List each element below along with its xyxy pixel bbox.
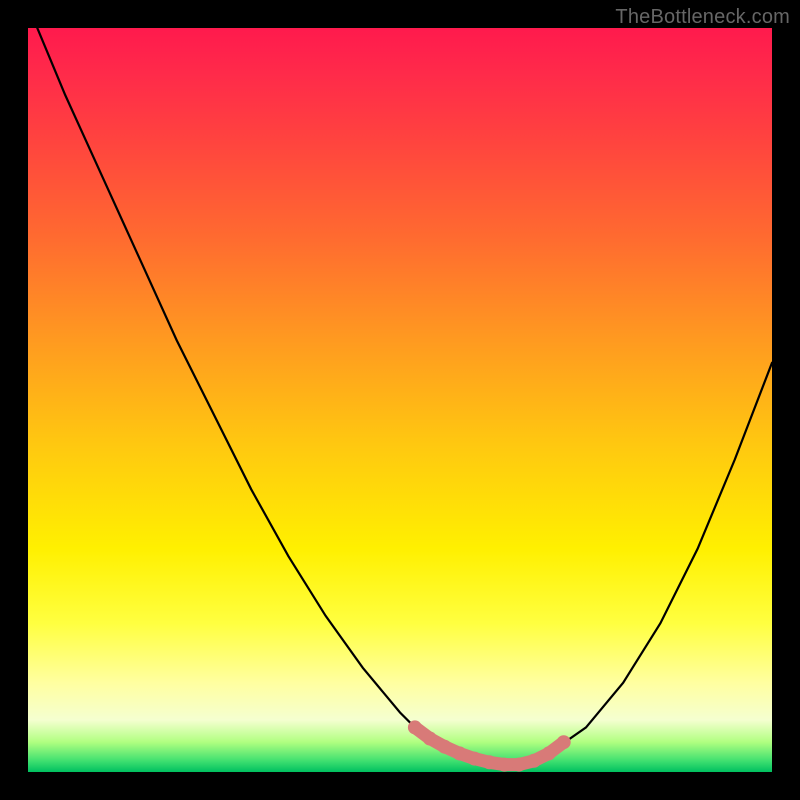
- gradient-plot-area: [28, 28, 772, 772]
- watermark-text: TheBottleneck.com: [615, 6, 790, 29]
